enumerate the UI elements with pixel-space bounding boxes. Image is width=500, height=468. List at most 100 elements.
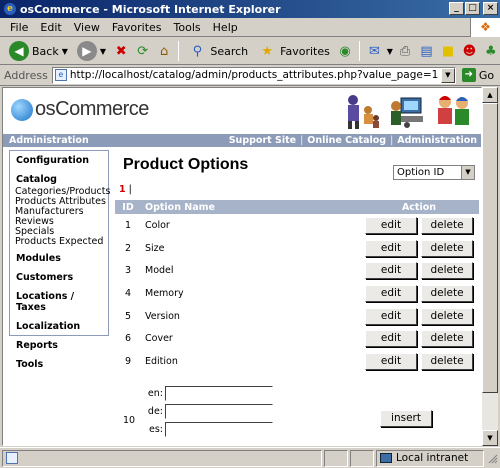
research-icon[interactable]: ♣ bbox=[482, 41, 500, 61]
option-id: 3 bbox=[124, 265, 132, 277]
option-id: 6 bbox=[124, 333, 132, 345]
sidebar-tools[interactable]: Tools bbox=[10, 357, 108, 372]
option-id: 9 bbox=[124, 355, 132, 367]
delete-button[interactable]: delete bbox=[421, 330, 473, 348]
navbar-admin-label: Administration bbox=[9, 135, 89, 146]
status-cell bbox=[350, 449, 374, 467]
delete-button[interactable]: delete bbox=[421, 239, 473, 257]
home-icon[interactable]: ⌂ bbox=[155, 41, 173, 61]
back-arrow-icon: ◀ bbox=[9, 41, 29, 61]
maximize-button[interactable]: □ bbox=[465, 2, 480, 15]
edit-button[interactable]: edit bbox=[365, 262, 417, 280]
vertical-scrollbar[interactable]: ▲ ▼ bbox=[482, 87, 498, 446]
edit-button[interactable]: edit bbox=[365, 330, 417, 348]
page-current[interactable]: 1 bbox=[119, 184, 126, 195]
close-button[interactable]: × bbox=[483, 2, 498, 15]
delete-button[interactable]: delete bbox=[421, 216, 473, 234]
table-row: 5 Version edit delete bbox=[115, 305, 479, 328]
oscommerce-logo[interactable]: osCommerce bbox=[11, 98, 149, 121]
option-name: Memory bbox=[145, 287, 184, 299]
edit-button[interactable]: edit bbox=[365, 284, 417, 302]
edit-button[interactable]: edit bbox=[365, 352, 417, 370]
edit-page-icon[interactable]: ▤ bbox=[417, 41, 435, 61]
table-row: 4 Memory edit delete bbox=[115, 282, 479, 305]
stop-icon[interactable]: ✖ bbox=[112, 41, 130, 61]
option-id: 5 bbox=[124, 310, 132, 322]
menu-view[interactable]: View bbox=[68, 21, 106, 34]
table-header-row: ID Option Name Action bbox=[115, 200, 479, 214]
page-header: osCommerce bbox=[3, 88, 481, 134]
favorites-star-icon: ★ bbox=[261, 43, 273, 59]
mail-icon[interactable]: ✉ bbox=[365, 41, 383, 61]
sort-option-select[interactable]: Option ID ▼ bbox=[393, 165, 475, 180]
menu-favorites[interactable]: Favorites bbox=[106, 21, 168, 34]
menu-help[interactable]: Help bbox=[207, 21, 244, 34]
edit-button[interactable]: edit bbox=[365, 239, 417, 257]
chevron-down-icon[interactable]: ▼ bbox=[461, 166, 474, 179]
delete-button[interactable]: delete bbox=[421, 352, 473, 370]
admin-navbar: Administration Support Site | Online Cat… bbox=[3, 134, 481, 147]
print-icon[interactable]: ⎙ bbox=[396, 41, 414, 61]
online-catalog-link[interactable]: Online Catalog bbox=[307, 135, 386, 146]
media-icon[interactable]: ◉ bbox=[336, 41, 354, 61]
forward-dropdown-icon[interactable]: ▼ bbox=[100, 47, 106, 56]
resize-grip-icon[interactable] bbox=[486, 452, 498, 464]
page-title: Product Options bbox=[123, 156, 249, 173]
scrollbar-thumb[interactable] bbox=[482, 103, 498, 393]
minimize-button[interactable]: _ bbox=[449, 2, 464, 15]
row-actions: edit delete bbox=[359, 327, 479, 350]
delete-button[interactable]: delete bbox=[421, 284, 473, 302]
search-icon: ⚲ bbox=[192, 43, 203, 59]
lang-row-de: de: bbox=[145, 404, 273, 419]
local-intranet-icon bbox=[380, 453, 392, 463]
menubar: File Edit View Favorites Tools Help ❖ bbox=[0, 18, 500, 37]
option-name-en-input[interactable] bbox=[165, 386, 273, 401]
forward-button[interactable]: ▶ ▼ bbox=[74, 40, 109, 62]
option-name-es-input[interactable] bbox=[165, 422, 273, 437]
delete-button[interactable]: delete bbox=[421, 262, 473, 280]
menu-tools[interactable]: Tools bbox=[168, 21, 207, 34]
back-button[interactable]: ◀ Back ▼ bbox=[6, 40, 71, 62]
messenger-icon[interactable]: ☻ bbox=[460, 41, 478, 61]
menu-file[interactable]: File bbox=[4, 21, 34, 34]
edit-button[interactable]: edit bbox=[365, 307, 417, 325]
options-table: ID Option Name Action 1 Color edit delete… bbox=[115, 200, 479, 373]
discuss-icon[interactable]: ■ bbox=[439, 41, 457, 61]
refresh-icon[interactable]: ⟳ bbox=[133, 41, 151, 61]
option-name: Edition bbox=[145, 355, 178, 367]
search-button[interactable]: ⚲ Search bbox=[184, 40, 251, 62]
option-name-de-input[interactable] bbox=[165, 404, 273, 419]
sidebar-reports[interactable]: Reports bbox=[10, 338, 108, 353]
edit-button[interactable]: edit bbox=[365, 216, 417, 234]
sidebar-catalog[interactable]: Catalog bbox=[10, 172, 108, 187]
administration-link[interactable]: Administration bbox=[397, 135, 477, 146]
page-icon: e bbox=[54, 69, 67, 81]
favorites-label: Favorites bbox=[280, 44, 330, 58]
sidebar-locations-taxes[interactable]: Locations / Taxes bbox=[10, 289, 108, 315]
option-name: Version bbox=[145, 310, 180, 322]
delete-button[interactable]: delete bbox=[421, 307, 473, 325]
menu-edit[interactable]: Edit bbox=[34, 21, 67, 34]
insert-button[interactable]: insert bbox=[380, 410, 432, 427]
go-button[interactable]: ➜ Go bbox=[461, 68, 494, 82]
support-site-link[interactable]: Support Site bbox=[229, 135, 296, 146]
address-input[interactable]: e http://localhost/catalog/admin/product… bbox=[51, 66, 456, 84]
pagination: 1 | bbox=[119, 184, 132, 195]
status-bar: Local intranet bbox=[0, 447, 500, 468]
scroll-down-icon[interactable]: ▼ bbox=[482, 430, 498, 446]
sidebar-modules[interactable]: Modules bbox=[10, 251, 108, 266]
scroll-up-icon[interactable]: ▲ bbox=[482, 87, 498, 103]
search-label: Search bbox=[210, 44, 249, 58]
windows-logo-icon: ❖ bbox=[470, 18, 500, 37]
mail-dropdown-icon[interactable]: ▼ bbox=[387, 47, 393, 56]
sidebar-products-expected[interactable]: Products Expected bbox=[10, 237, 108, 247]
window-titlebar: e osCommerce - Microsoft Internet Explor… bbox=[0, 0, 500, 18]
favorites-button[interactable]: ★ Favorites bbox=[254, 40, 333, 62]
sidebar-configuration[interactable]: Configuration bbox=[10, 153, 108, 168]
back-dropdown-icon[interactable]: ▼ bbox=[62, 47, 68, 56]
sidebar-customers[interactable]: Customers bbox=[10, 270, 108, 285]
sidebar-localization[interactable]: Localization bbox=[10, 319, 108, 334]
address-dropdown-icon[interactable]: ▼ bbox=[440, 67, 455, 83]
option-id: 4 bbox=[124, 287, 132, 299]
table-row: 3 Model edit delete bbox=[115, 259, 479, 282]
